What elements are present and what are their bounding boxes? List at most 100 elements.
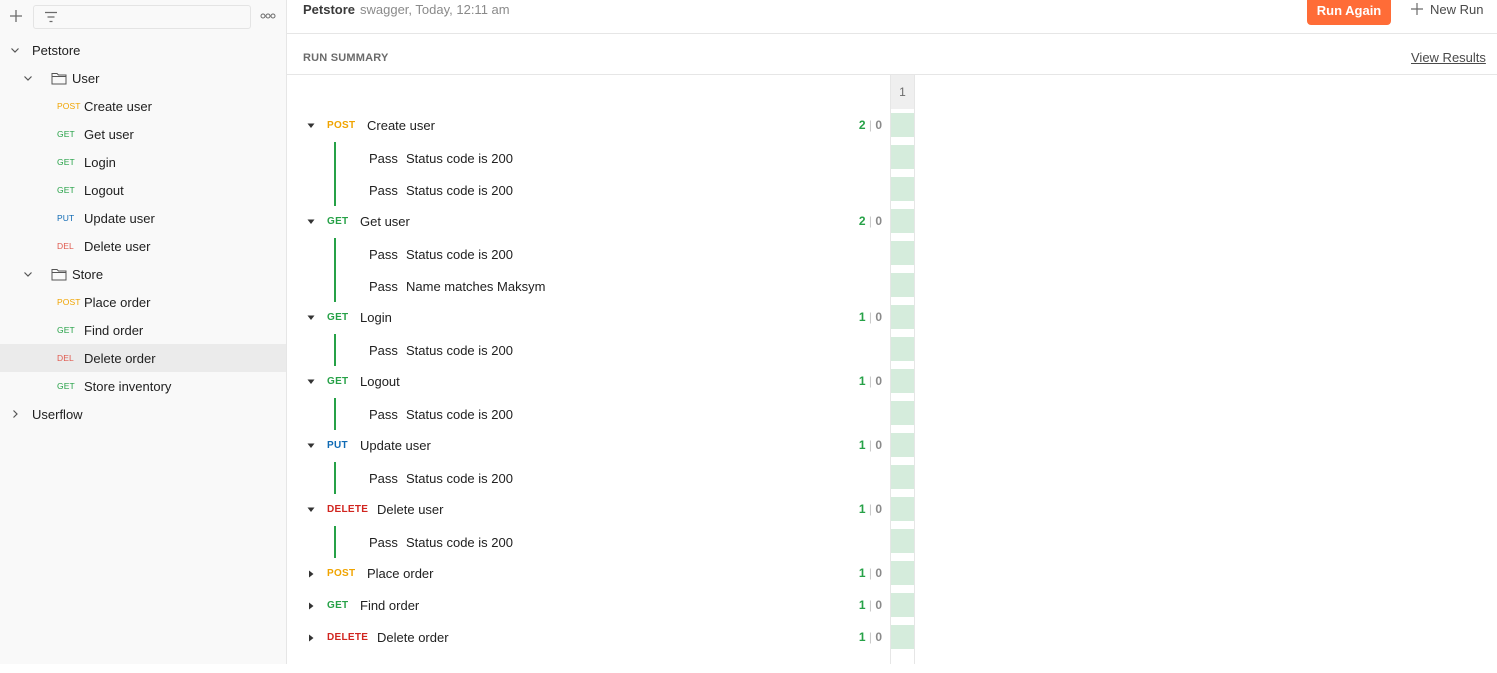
sidebar-toolbar: [0, 0, 286, 34]
chevron-right-icon[interactable]: [10, 409, 20, 419]
caret-right-icon[interactable]: [307, 602, 315, 610]
sidebar-request-item[interactable]: GET Store inventory: [0, 372, 286, 400]
count-separator: |: [865, 630, 876, 644]
sidebar-request-item[interactable]: DEL Delete order: [0, 344, 286, 372]
caret-right-icon[interactable]: [307, 570, 315, 578]
sidebar-request-item[interactable]: GET Login: [0, 148, 286, 176]
iteration-cell[interactable]: [891, 497, 914, 521]
folder-icon: [51, 269, 67, 281]
method-badge: POST: [57, 101, 81, 111]
test-name: Status code is 200: [406, 183, 513, 198]
request-result-row[interactable]: GET Logout 1 | 0: [287, 369, 890, 395]
run-again-button[interactable]: Run Again: [1307, 0, 1391, 25]
request-result-row[interactable]: POST Create user 2 | 0: [287, 113, 890, 139]
search-input[interactable]: [33, 5, 251, 29]
method-badge: GET: [57, 185, 75, 195]
request-result-row[interactable]: GET Get user 2 | 0: [287, 209, 890, 235]
caret-down-icon[interactable]: [307, 506, 315, 514]
iteration-cell[interactable]: [891, 649, 914, 673]
sidebar: Petstore User POST Create user GET Get user GE…: [0, 0, 287, 664]
iteration-cell[interactable]: [891, 401, 914, 425]
test-counts: 1 | 0: [859, 438, 882, 452]
request-label: Place order: [84, 294, 151, 310]
iteration-cell[interactable]: [891, 593, 914, 617]
fail-count: 0: [875, 438, 882, 452]
test-status: Pass: [369, 247, 398, 262]
request-name: Logout: [360, 374, 400, 389]
iteration-cell[interactable]: [891, 273, 914, 297]
test-name: Name matches Maksym: [406, 279, 546, 294]
caret-right-icon[interactable]: [307, 634, 315, 642]
request-result-row[interactable]: PUT Update user 1 | 0: [287, 433, 890, 459]
fail-count: 0: [875, 374, 882, 388]
method-badge: POST: [327, 120, 356, 131]
method-badge: PUT: [327, 440, 348, 451]
plus-icon[interactable]: [7, 6, 25, 26]
iteration-cell[interactable]: [891, 369, 914, 393]
iteration-cell[interactable]: [891, 433, 914, 457]
request-result-row[interactable]: POST Place order 1 | 0: [287, 561, 890, 587]
sidebar-request-item[interactable]: GET Logout: [0, 176, 286, 204]
iteration-cell[interactable]: [891, 209, 914, 233]
iteration-cell[interactable]: [891, 145, 914, 169]
request-result-row[interactable]: GET Find order 1 | 0: [287, 593, 890, 619]
iteration-cell[interactable]: [891, 561, 914, 585]
request-name: Find order: [360, 598, 420, 613]
sidebar-request-item[interactable]: GET Find order: [0, 316, 286, 344]
test-indicator-bar: [334, 270, 336, 302]
iteration-cell[interactable]: [891, 529, 914, 553]
chevron-down-icon[interactable]: [23, 269, 33, 279]
test-indicator-bar: [334, 142, 336, 174]
chevron-down-icon[interactable]: [23, 73, 33, 83]
sidebar-request-item[interactable]: PUT Update user: [0, 204, 286, 232]
collection-label: Userflow: [32, 406, 83, 422]
folder-icon: [51, 73, 67, 85]
iteration-cell[interactable]: [891, 113, 914, 137]
test-status: Pass: [369, 279, 398, 294]
request-name: Get user: [360, 214, 410, 229]
sidebar-collection-item[interactable]: Userflow: [0, 400, 286, 428]
method-badge: GET: [57, 325, 75, 335]
iteration-cell[interactable]: [891, 625, 914, 649]
chevron-down-icon[interactable]: [10, 45, 20, 55]
sidebar-request-item[interactable]: POST Create user: [0, 92, 286, 120]
sidebar-request-item[interactable]: DEL Delete user: [0, 232, 286, 260]
iteration-cell[interactable]: [891, 241, 914, 265]
iteration-cell[interactable]: [891, 177, 914, 201]
caret-down-icon[interactable]: [307, 122, 315, 130]
request-result-row[interactable]: GET Login 1 | 0: [287, 305, 890, 331]
method-badge: DELETE: [327, 504, 369, 515]
sidebar-folder-item[interactable]: Store: [0, 260, 286, 288]
sidebar-request-item[interactable]: POST Place order: [0, 288, 286, 316]
pass-count: 1: [858, 630, 866, 644]
iteration-cell[interactable]: [891, 305, 914, 329]
method-badge: DEL: [57, 241, 74, 251]
test-counts: 2 | 0: [859, 214, 882, 228]
iteration-cell[interactable]: [891, 337, 914, 361]
caret-down-icon[interactable]: [307, 442, 315, 450]
count-separator: |: [865, 118, 876, 132]
count-separator: |: [865, 214, 876, 228]
iteration-header[interactable]: 1: [891, 75, 914, 109]
new-run-button[interactable]: New Run: [1411, 1, 1483, 17]
view-results-link[interactable]: View Results: [1411, 50, 1486, 65]
test-result-row: Pass Status code is 200: [287, 334, 890, 366]
sidebar-request-item[interactable]: GET Get user: [0, 120, 286, 148]
sidebar-folder-item[interactable]: User: [0, 64, 286, 92]
request-result-row[interactable]: DELETE Delete order 1 | 0: [287, 625, 890, 651]
method-badge: GET: [57, 129, 75, 139]
iteration-cell[interactable]: [891, 465, 914, 489]
test-status: Pass: [369, 407, 398, 422]
test-indicator-bar: [334, 238, 336, 270]
test-name: Status code is 200: [406, 535, 513, 550]
request-name: Login: [360, 310, 392, 325]
method-badge: DEL: [57, 353, 74, 363]
caret-down-icon[interactable]: [307, 218, 315, 226]
sidebar-collection-item[interactable]: Petstore: [0, 36, 286, 64]
caret-down-icon[interactable]: [307, 314, 315, 322]
caret-down-icon[interactable]: [307, 378, 315, 386]
request-label: Get user: [84, 126, 134, 142]
method-badge: GET: [327, 376, 349, 387]
request-result-row[interactable]: DELETE Delete user 1 | 0: [287, 497, 890, 523]
more-horizontal-icon[interactable]: [259, 10, 277, 22]
